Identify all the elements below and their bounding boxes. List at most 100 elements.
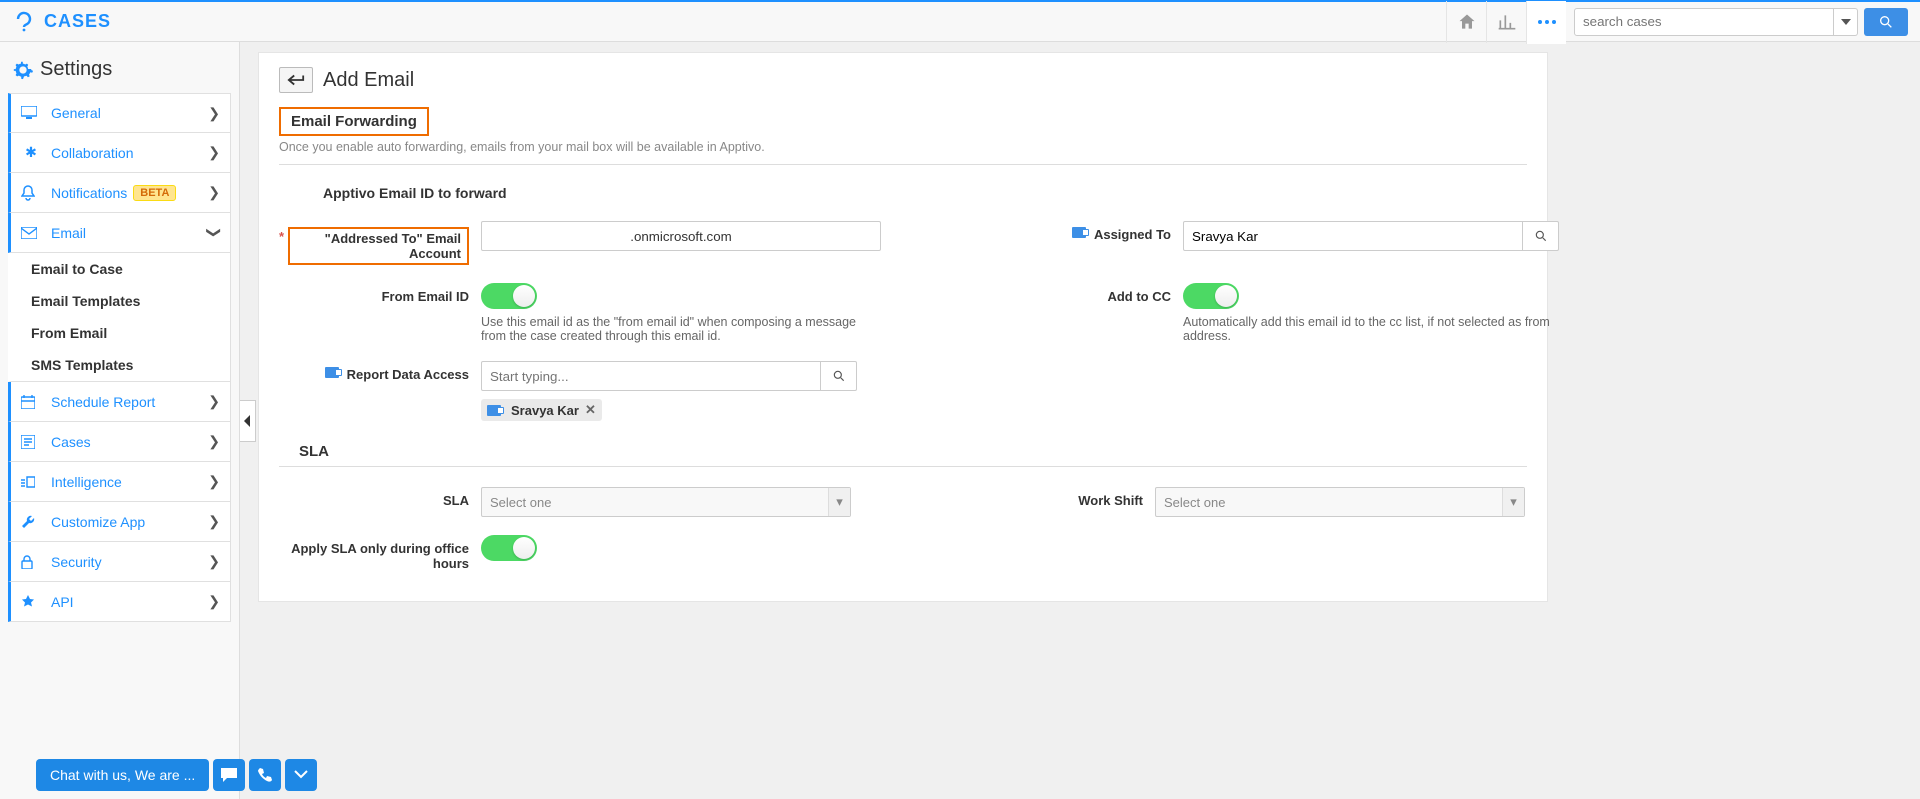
caret-down-icon: ▾ bbox=[828, 488, 850, 516]
chip-label: Sravya Kar bbox=[511, 403, 579, 418]
select-placeholder: Select one bbox=[1164, 495, 1225, 510]
section-highlight: Email Forwarding bbox=[279, 107, 429, 136]
sidebar-item-label: Customize App bbox=[51, 514, 145, 530]
report-data-label: Report Data Access bbox=[347, 367, 469, 382]
intelligence-icon bbox=[21, 475, 41, 489]
chat-message-icon[interactable] bbox=[213, 759, 245, 791]
sidebar-item-label: Collaboration bbox=[51, 145, 134, 161]
sidebar-item-label: Intelligence bbox=[51, 474, 122, 490]
gear-icon bbox=[12, 59, 34, 81]
card-icon bbox=[487, 405, 501, 416]
chat-button[interactable]: Chat with us, We are ... bbox=[36, 759, 209, 791]
sidebar-item-label: Notifications bbox=[51, 185, 127, 201]
subnav-sms-templates[interactable]: SMS Templates bbox=[11, 349, 230, 381]
chip-remove-icon[interactable]: ✕ bbox=[585, 402, 596, 418]
chevron-right-icon: ❯ bbox=[208, 105, 220, 122]
subnav-email-to-case[interactable]: Email to Case bbox=[11, 253, 230, 285]
subnav-from-email[interactable]: From Email bbox=[11, 317, 230, 349]
sidebar-item-intelligence[interactable]: Intelligence ❯ bbox=[8, 462, 231, 502]
addressed-to-input[interactable] bbox=[481, 221, 881, 251]
topbar: CASES bbox=[0, 0, 1920, 42]
assigned-to-input[interactable] bbox=[1183, 221, 1523, 251]
collapse-handle[interactable] bbox=[240, 400, 256, 442]
from-email-toggle[interactable] bbox=[481, 283, 537, 309]
envelope-icon bbox=[21, 227, 41, 239]
sidebar-item-schedule-report[interactable]: Schedule Report ❯ bbox=[8, 382, 231, 422]
chat-phone-icon[interactable] bbox=[249, 759, 281, 791]
chat-collapse-icon[interactable] bbox=[285, 759, 317, 791]
required-asterisk: * bbox=[279, 229, 284, 244]
chevron-right-icon: ❯ bbox=[208, 144, 220, 161]
search-input[interactable] bbox=[1574, 8, 1834, 36]
bell-icon bbox=[21, 185, 41, 201]
sidebar-item-cases[interactable]: Cases ❯ bbox=[8, 422, 231, 462]
chevron-right-icon: ❯ bbox=[208, 473, 220, 490]
assigned-to-label: Assigned To bbox=[1094, 227, 1171, 242]
sidebar-title: Settings bbox=[40, 58, 112, 81]
sidebar-item-collaboration[interactable]: ✱ Collaboration ❯ bbox=[8, 133, 231, 173]
chevron-right-icon: ❯ bbox=[208, 433, 220, 450]
sidebar-item-general[interactable]: General ❯ bbox=[8, 93, 231, 133]
chevron-right-icon: ❯ bbox=[208, 393, 220, 410]
chevron-down-icon: ❯ bbox=[206, 227, 223, 239]
chat-text: Chat with us, We are ... bbox=[50, 767, 195, 783]
section-title: Email Forwarding bbox=[291, 113, 417, 130]
sidebar-item-email[interactable]: Email ❯ bbox=[8, 213, 231, 253]
report-data-chip: Sravya Kar ✕ bbox=[481, 399, 602, 421]
sidebar-item-api[interactable]: API ❯ bbox=[8, 582, 231, 622]
sla-heading: SLA bbox=[299, 443, 1527, 460]
sidebar-item-label: API bbox=[51, 594, 74, 610]
sidebar-item-customize-app[interactable]: Customize App ❯ bbox=[8, 502, 231, 542]
work-shift-label: Work Shift bbox=[1078, 493, 1143, 508]
calendar-icon bbox=[21, 395, 41, 409]
select-placeholder: Select one bbox=[490, 495, 551, 510]
brand-title: CASES bbox=[44, 11, 111, 32]
cases-icon bbox=[21, 435, 41, 449]
assigned-to-search-button[interactable] bbox=[1523, 221, 1559, 251]
api-icon bbox=[21, 595, 41, 609]
monitor-icon bbox=[21, 106, 41, 120]
home-icon[interactable] bbox=[1446, 1, 1486, 43]
add-to-cc-help: Automatically add this email id to the c… bbox=[1183, 315, 1559, 343]
wrench-icon bbox=[21, 515, 41, 529]
chevron-right-icon: ❯ bbox=[208, 553, 220, 570]
sidebar-item-label: Security bbox=[51, 554, 102, 570]
sla-label: SLA bbox=[443, 493, 469, 508]
question-logo-icon bbox=[12, 10, 36, 34]
add-to-cc-label: Add to CC bbox=[1107, 289, 1171, 304]
sidebar-item-security[interactable]: Security ❯ bbox=[8, 542, 231, 582]
back-button[interactable] bbox=[279, 67, 313, 93]
from-email-help: Use this email id as the "from email id"… bbox=[481, 315, 881, 343]
search-button[interactable] bbox=[1864, 8, 1908, 36]
chevron-right-icon: ❯ bbox=[208, 593, 220, 610]
report-data-input[interactable] bbox=[481, 361, 821, 391]
chart-icon[interactable] bbox=[1486, 1, 1526, 43]
collab-icon: ✱ bbox=[21, 144, 41, 161]
sidebar: Settings General ❯ ✱ Collaboration ❯ Not… bbox=[0, 42, 240, 799]
chevron-right-icon: ❯ bbox=[208, 184, 220, 201]
sidebar-item-notifications[interactable]: Notifications BETA ❯ bbox=[8, 173, 231, 213]
work-shift-select[interactable]: Select one ▾ bbox=[1155, 487, 1525, 517]
subnav-email-templates[interactable]: Email Templates bbox=[11, 285, 230, 317]
main-content: Add Email Email Forwarding Once you enab… bbox=[240, 42, 1920, 799]
chat-widget: Chat with us, We are ... bbox=[36, 759, 317, 791]
card-icon bbox=[325, 367, 339, 378]
page-title: Add Email bbox=[323, 69, 414, 92]
sla-select[interactable]: Select one ▾ bbox=[481, 487, 851, 517]
logo: CASES bbox=[12, 10, 111, 34]
lock-icon bbox=[21, 555, 41, 569]
beta-badge: BETA bbox=[133, 185, 176, 201]
sidebar-item-label: Schedule Report bbox=[51, 394, 155, 410]
chevron-right-icon: ❯ bbox=[208, 513, 220, 530]
email-subnav: Email to Case Email Templates From Email… bbox=[8, 253, 231, 382]
apply-sla-toggle[interactable] bbox=[481, 535, 537, 561]
from-email-label: From Email ID bbox=[382, 289, 469, 304]
sidebar-item-label: Email bbox=[51, 225, 86, 241]
search-dropdown[interactable] bbox=[1834, 8, 1858, 36]
report-data-search-button[interactable] bbox=[821, 361, 857, 391]
more-icon[interactable] bbox=[1526, 1, 1566, 44]
caret-down-icon: ▾ bbox=[1502, 488, 1524, 516]
addressed-to-label: "Addressed To" Email Account bbox=[288, 227, 469, 265]
section-subtitle: Once you enable auto forwarding, emails … bbox=[279, 140, 1527, 154]
add-to-cc-toggle[interactable] bbox=[1183, 283, 1239, 309]
